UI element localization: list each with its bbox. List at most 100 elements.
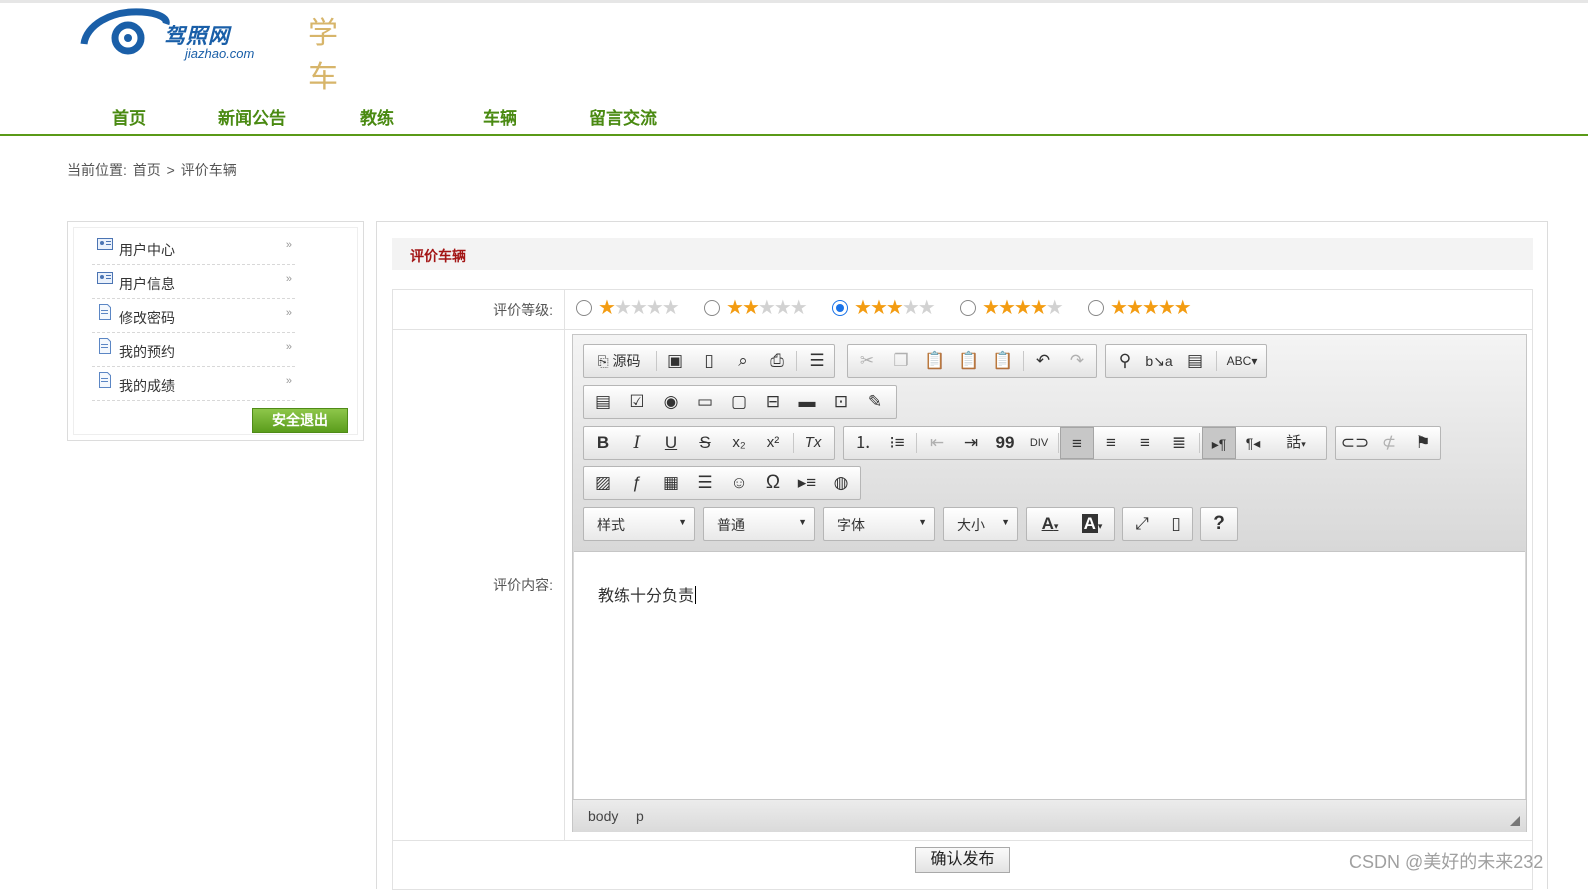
logout-button[interactable]: 安全退出 [252,408,348,433]
language-icon[interactable]: 話▾ [1270,427,1322,459]
cut-icon[interactable]: ✂ [850,345,884,377]
div-container-icon[interactable]: DIV [1022,427,1056,459]
checkbox-icon[interactable]: ☑ [620,386,654,418]
italic-icon[interactable]: I [620,427,654,459]
bold-icon[interactable]: B [586,427,620,459]
nav-news[interactable]: 新闻公告 [218,104,286,129]
rating-option-2[interactable]: ★★★★★ [704,297,826,319]
rating-option-5[interactable]: ★★★★★ [1088,297,1210,319]
unlink-icon[interactable]: ⊄ [1372,427,1406,459]
superscript-icon[interactable]: x² [756,427,790,459]
rating-radio[interactable] [960,300,976,316]
editor-paragraph[interactable]: 教练十分负责 [598,582,697,606]
background-color-icon[interactable]: A ▾ [1071,508,1113,540]
nav-vehicle[interactable]: 车辆 [483,104,517,129]
templates-icon[interactable]: ☰ [800,345,834,377]
bulleted-list-icon[interactable]: ⁝≡ [880,427,914,459]
text-direction-ltr-icon[interactable]: ▸¶ [1202,427,1236,459]
print-icon[interactable]: ⎙ [760,345,794,377]
paste-word-icon[interactable]: 📋 [986,345,1020,377]
maximize-icon[interactable]: ⤢ [1125,508,1159,540]
align-right-icon[interactable]: ≡ [1128,427,1162,459]
nav-guestbook[interactable]: 留言交流 [589,104,657,129]
preview-icon[interactable]: ⌕ [726,345,760,377]
image-button-icon[interactable]: ⊡ [824,386,858,418]
spellcheck-icon[interactable]: ABC▾ [1220,345,1264,377]
rating-option-4[interactable]: ★★★★★ [960,297,1082,319]
panel-header: 评价车辆 [392,238,1533,270]
text-direction-rtl-icon[interactable]: ¶◂ [1236,427,1270,459]
source-button[interactable]: ⎘ 源码 [586,345,652,377]
select-field-icon[interactable]: ⊟ [756,386,790,418]
rating-radio[interactable] [704,300,720,316]
table-icon[interactable]: ▦ [654,467,688,499]
redo-icon[interactable]: ↷ [1060,345,1094,377]
breadcrumb-home[interactable]: 首页 [133,162,161,178]
flash-icon[interactable]: ƒ [620,467,654,499]
submit-review-button[interactable]: 确认发布 [915,847,1010,873]
outdent-icon[interactable]: ⇤ [920,427,954,459]
hidden-field-icon[interactable]: ✎ [858,386,892,418]
sidebar-item-user-center[interactable]: 用户中心 » [92,232,295,265]
sidebar-item-my-bookings[interactable]: 我的预约 » [92,334,295,367]
path-item-p[interactable]: p [636,808,644,824]
site-logo[interactable]: 驾照网 jiazhao.com 学车 [80,4,365,95]
image-icon[interactable]: ▨ [586,467,620,499]
save-icon[interactable]: ▣ [658,345,692,377]
rating-radio-selected[interactable] [832,300,848,316]
radio-icon[interactable]: ◉ [654,386,688,418]
replace-icon[interactable]: b↘a [1142,345,1176,377]
page-break-icon[interactable]: ▸≡ [790,467,824,499]
paste-icon[interactable]: 📋 [918,345,952,377]
star-filled-icon: ★ [869,297,888,319]
find-icon[interactable]: ⚲ [1108,345,1142,377]
path-item-body[interactable]: body [588,808,618,824]
nav-home[interactable]: 首页 [112,104,146,129]
sidebar-item-my-scores[interactable]: 我的成绩 » [92,368,295,401]
show-blocks-icon[interactable]: ▯ [1159,508,1193,540]
text-color-icon[interactable]: A▾ [1029,508,1071,540]
blockquote-icon[interactable]: 99 [988,427,1022,459]
editor-content-area[interactable]: 教练十分负责 [574,551,1525,799]
resize-handle-icon[interactable] [1510,816,1520,826]
sidebar-item-user-info[interactable]: 用户信息 » [92,266,295,299]
font-combo[interactable]: 字体 ▼ [823,507,935,541]
star-filled-icon: ★ [1110,297,1128,319]
button-field-icon[interactable]: ▬ [790,386,824,418]
align-center-icon[interactable]: ≡ [1094,427,1128,459]
smiley-icon[interactable]: ☺ [722,467,756,499]
rating-option-3[interactable]: ★★★★★ [832,297,954,319]
subscript-icon[interactable]: x₂ [722,427,756,459]
align-left-icon[interactable]: ≡ [1060,427,1094,459]
help-icon[interactable]: ? [1202,508,1236,540]
sidebar-item-change-password[interactable]: 修改密码 » [92,300,295,333]
textarea-icon[interactable]: ▢ [722,386,756,418]
textfield-icon[interactable]: ▭ [688,386,722,418]
csdn-watermark: CSDN @美好的未来232 [1349,852,1544,872]
font-size-combo[interactable]: 大小 ▼ [943,507,1018,541]
paste-text-icon[interactable]: 📋 [952,345,986,377]
rating-radio[interactable] [1088,300,1104,316]
form-icon[interactable]: ▤ [586,386,620,418]
strikethrough-icon[interactable]: S [688,427,722,459]
iframe-globe-icon[interactable]: ◍ [824,467,858,499]
rating-radio[interactable] [576,300,592,316]
link-icon[interactable]: ⊂⊃ [1338,427,1372,459]
anchor-flag-icon[interactable]: ⚑ [1406,427,1440,459]
styles-combo[interactable]: 样式 ▼ [583,507,695,541]
remove-format-icon[interactable]: Tx [796,427,830,459]
indent-icon[interactable]: ⇥ [954,427,988,459]
numbered-list-icon[interactable]: ⒈ [846,427,880,459]
horizontal-rule-icon[interactable]: ☰ [688,467,722,499]
copy-icon[interactable]: ❐ [884,345,918,377]
format-combo[interactable]: 普通 ▼ [703,507,815,541]
align-justify-icon[interactable]: ≣ [1162,427,1196,459]
underline-icon[interactable]: U [654,427,688,459]
nav-coach[interactable]: 教练 [360,104,394,129]
rating-option-1[interactable]: ★★★★★ [576,297,698,319]
star-empty-icon: ★ [757,297,776,319]
new-page-icon[interactable]: ▯ [692,345,726,377]
undo-icon[interactable]: ↶ [1026,345,1060,377]
omega-icon[interactable]: Ω [756,467,790,499]
select-all-icon[interactable]: ▤ [1178,345,1212,377]
